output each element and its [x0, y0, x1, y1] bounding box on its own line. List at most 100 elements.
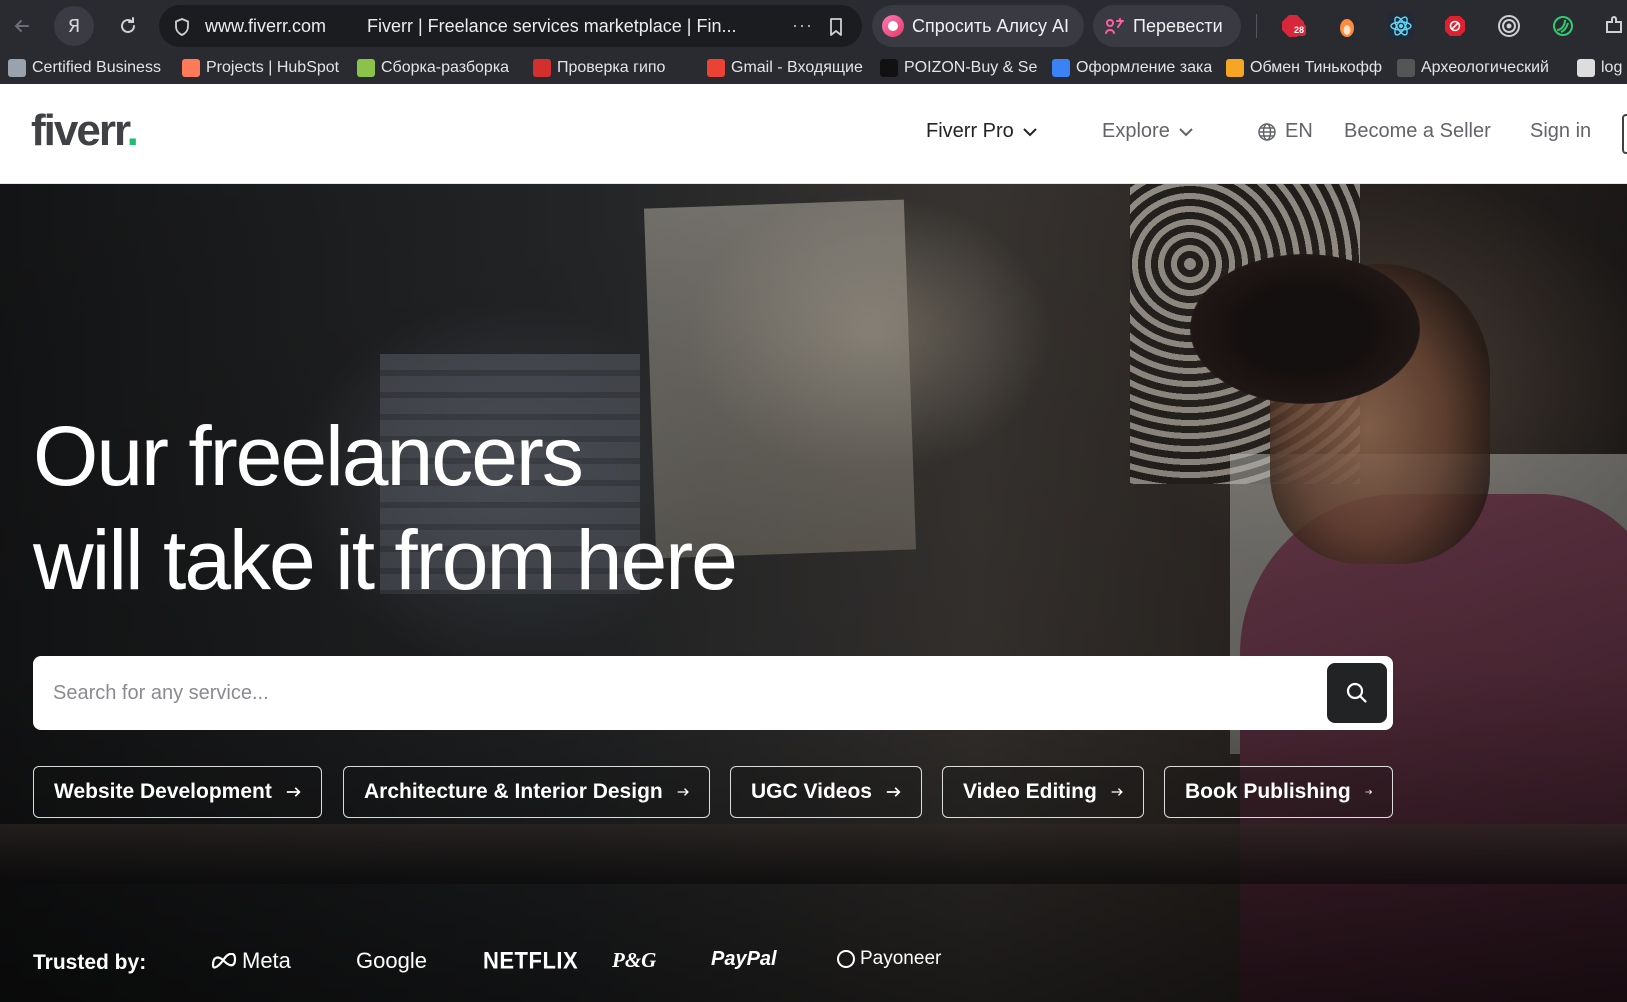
extension-green[interactable] [1548, 11, 1578, 41]
bookmark-label: Projects | HubSpot [206, 59, 340, 76]
chip-book-publishing[interactable]: Book Publishing [1164, 766, 1393, 818]
extension-more[interactable] [1600, 11, 1627, 41]
bookmark-item[interactable]: POIZON-Buy & Se [880, 56, 1040, 80]
back-button[interactable] [2, 6, 42, 46]
search-input[interactable] [53, 674, 1293, 712]
green-swirl-icon [1553, 16, 1573, 36]
toolbar-separator [1256, 14, 1257, 38]
bookmark-favicon-icon [1052, 59, 1070, 77]
bookmark-icon[interactable] [828, 17, 844, 37]
chip-label: Video Editing [963, 780, 1097, 803]
chip-label: UGC Videos [751, 780, 872, 803]
extension-block[interactable] [1440, 11, 1470, 41]
arrow-right-icon [1365, 789, 1372, 795]
bookmark-item[interactable]: Обмен Тинькофф [1226, 56, 1384, 80]
nav-fiverr-pro[interactable]: Fiverr Pro [926, 120, 1038, 143]
nav-explore-label: Explore [1102, 120, 1170, 142]
bookmark-item[interactable]: Gmail - Входящие [707, 56, 867, 80]
chip-ugc-videos[interactable]: UGC Videos [730, 766, 922, 818]
bookmark-item[interactable]: Оформление зака [1052, 56, 1212, 80]
bookmark-item[interactable]: Projects | HubSpot [182, 56, 342, 80]
bookmark-label: Оформление зака [1076, 59, 1212, 76]
browser-toolbar: Я www.fiverr.com Fiverr | Freelance serv… [0, 0, 1627, 52]
bookmark-favicon-icon [182, 59, 200, 77]
chevron-down-icon [1023, 127, 1037, 136]
search-bar [33, 656, 1393, 730]
bookmark-favicon-icon [1397, 59, 1415, 77]
shield-icon [175, 18, 189, 36]
chip-website-development[interactable]: Website Development [33, 766, 322, 818]
extension-react[interactable] [1386, 11, 1416, 41]
reload-icon [121, 17, 135, 33]
arrow-right-icon [1111, 788, 1123, 796]
reload-button[interactable] [108, 6, 148, 46]
logo-dot: . [126, 106, 139, 155]
hero-section: Our freelancers will take it from here W… [0, 184, 1627, 1002]
arrow-right-icon [886, 787, 901, 797]
translate-button[interactable]: Перевести [1093, 5, 1241, 47]
bookmark-label: Археологический [1421, 59, 1549, 76]
chip-label: Book Publishing [1185, 780, 1351, 803]
translate-label: Перевести [1133, 15, 1223, 36]
alice-icon [882, 15, 904, 37]
search-icon [1346, 682, 1367, 703]
more-icon[interactable]: ··· [792, 15, 813, 36]
yandex-button[interactable]: Я [54, 6, 94, 46]
extension-orange[interactable] [1332, 11, 1362, 41]
address-bar[interactable]: www.fiverr.com Fiverr | Freelance servic… [159, 5, 862, 47]
trusted-by-label: Trusted by: [33, 951, 147, 974]
tab-title: Fiverr | Freelance services marketplace … [367, 16, 737, 36]
globe-icon [1258, 122, 1276, 141]
chip-label: Website Development [54, 780, 272, 803]
brand-meta: Meta [210, 948, 291, 974]
chevron-down-icon [1179, 127, 1193, 136]
extension-target[interactable] [1494, 11, 1524, 41]
nav-language-label: EN [1285, 120, 1313, 142]
bookmark-item[interactable]: Проверка гипо [533, 56, 693, 80]
arrow-right-icon [677, 788, 689, 796]
bookmark-label: Gmail - Входящие [731, 59, 863, 76]
chip-architecture-interior-design[interactable]: Architecture & Interior Design [343, 766, 710, 818]
bookmark-favicon-icon [533, 59, 551, 77]
bookmark-label: log [1601, 59, 1623, 76]
arrow-right-icon [286, 787, 301, 797]
bookmark-label: POIZON-Buy & Se [904, 59, 1038, 76]
arrow-left-icon [14, 20, 29, 32]
bookmarks-bar: Certified Business Projects | HubSpot Сбор… [0, 52, 1627, 84]
bookmark-item[interactable]: Сборка-разборка [357, 56, 517, 80]
brand-payoneer: Payoneer [836, 948, 941, 970]
join-button-edge[interactable] [1622, 114, 1627, 154]
translate-icon [1105, 18, 1124, 34]
chip-video-editing[interactable]: Video Editing [942, 766, 1144, 818]
nav-language[interactable]: EN [1257, 120, 1313, 143]
nav-sign-in-label: Sign in [1530, 120, 1592, 142]
search-button[interactable] [1327, 663, 1387, 723]
fiverr-logo[interactable]: fiverr. [31, 106, 139, 156]
brand-meta-label: Meta [242, 948, 291, 973]
brand-paypal: PayPal [711, 948, 777, 970]
bookmark-favicon-icon [357, 59, 375, 77]
chip-label: Architecture & Interior Design [364, 780, 663, 803]
extension-badge: 28 [1292, 24, 1307, 36]
brand-payoneer-label: Payoneer [860, 948, 942, 969]
bookmark-favicon-icon [707, 59, 725, 77]
brand-netflix: NETFLIX [483, 946, 579, 975]
bookmark-item[interactable]: Certified Business [8, 56, 168, 80]
bookmark-label: Проверка гипо [557, 59, 666, 76]
bookmark-item[interactable]: Археологический [1397, 56, 1557, 80]
nav-sign-in[interactable]: Sign in [1530, 120, 1591, 143]
meta-infinity-icon [211, 953, 237, 969]
yandex-icon: Я [67, 15, 81, 37]
url-domain: www.fiverr.com [205, 16, 327, 36]
target-icon [1498, 15, 1520, 37]
site-header: fiverr. Fiverr Pro Explore EN Become a S… [0, 84, 1627, 184]
extension-adblock[interactable]: 28 [1278, 11, 1308, 41]
hero-title-line-1: Our freelancers [33, 409, 584, 503]
nav-become-seller-label: Become a Seller [1344, 120, 1491, 142]
nav-explore[interactable]: Explore [1102, 120, 1194, 143]
nav-become-seller[interactable]: Become a Seller [1344, 120, 1491, 143]
ask-alice-button[interactable]: Спросить Алису AI [872, 5, 1084, 47]
bookmark-item[interactable]: log [1577, 56, 1627, 80]
bookmark-label: Обмен Тинькофф [1250, 59, 1383, 76]
bookmark-favicon-icon [1226, 59, 1244, 77]
